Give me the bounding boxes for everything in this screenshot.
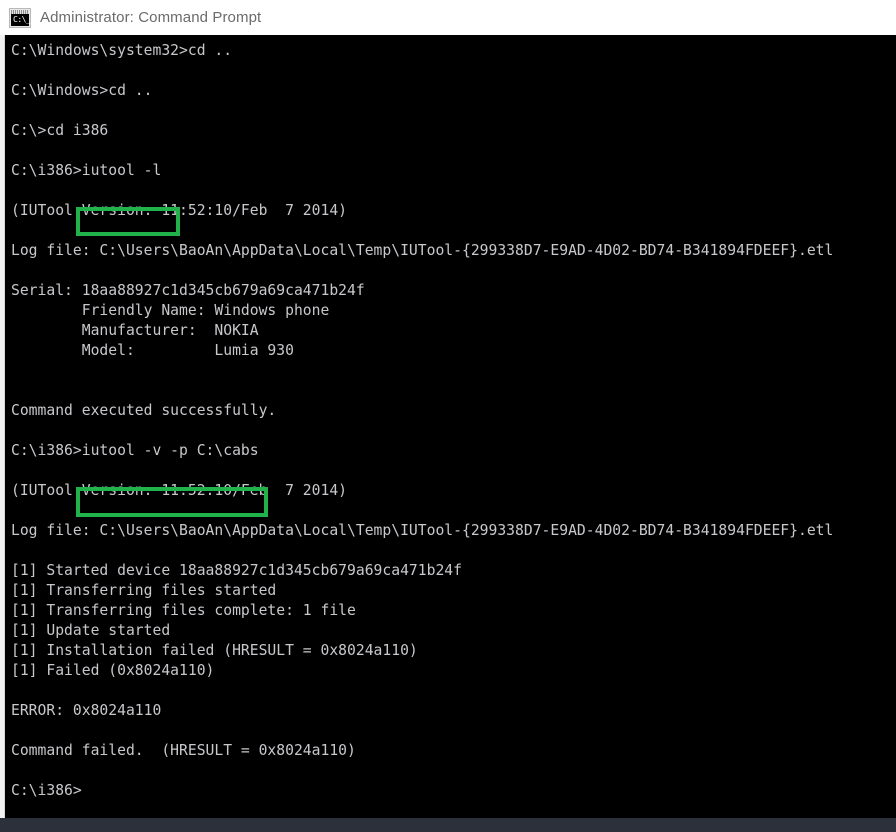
console-line: C:\i386>iutool -v -p C:\cabs bbox=[11, 442, 259, 459]
console-line: Command executed successfully. bbox=[11, 402, 277, 419]
window-bottom-bar bbox=[0, 818, 896, 832]
console-line: (IUTool Version: 11:52:10/Feb 7 2014) bbox=[11, 202, 348, 219]
console-area: C:\Windows\system32>cd .. C:\Windows>cd … bbox=[0, 35, 896, 818]
console-line: Log file: C:\Users\BaoAn\AppData\Local\T… bbox=[11, 242, 834, 259]
console-line: Friendly Name: Windows phone bbox=[11, 302, 330, 319]
command-prompt-icon-glyph: C:\_ bbox=[13, 14, 31, 24]
console-line: C:\Windows\system32>cd .. bbox=[11, 42, 233, 59]
console-line: [1] Failed (0x8024a110) bbox=[11, 662, 215, 679]
console-line: [1] Update started bbox=[11, 622, 171, 639]
console-line: Model: Lumia 930 bbox=[11, 342, 294, 359]
console-line: Log file: C:\Users\BaoAn\AppData\Local\T… bbox=[11, 522, 834, 539]
console-line: Manufacturer: NOKIA bbox=[11, 322, 259, 339]
console-line: (IUTool Version: 11:52:10/Feb 7 2014) bbox=[11, 482, 348, 499]
console-line: [1] Transferring files started bbox=[11, 582, 277, 599]
console-line: C:\>cd i386 bbox=[11, 122, 109, 139]
command-prompt-window: C:\_ Administrator: Command Prompt C:\Wi… bbox=[0, 0, 896, 832]
console-output[interactable]: C:\Windows\system32>cd .. C:\Windows>cd … bbox=[5, 35, 896, 818]
console-line: C:\Windows>cd .. bbox=[11, 82, 153, 99]
window-title: Administrator: Command Prompt bbox=[40, 9, 262, 26]
console-line: [1] Transferring files complete: 1 file bbox=[11, 602, 356, 619]
command-prompt-icon: C:\_ bbox=[9, 7, 31, 28]
console-line: ERROR: 0x8024a110 bbox=[11, 702, 162, 719]
console-line: Command failed. (HRESULT = 0x8024a110) bbox=[11, 742, 356, 759]
console-line: [1] Installation failed (HRESULT = 0x802… bbox=[11, 642, 418, 659]
console-line: Serial: 18aa88927c1d345cb679a69ca471b24f bbox=[11, 282, 365, 299]
title-bar[interactable]: C:\_ Administrator: Command Prompt bbox=[0, 0, 896, 35]
console-line: C:\i386>iutool -l bbox=[11, 162, 162, 179]
console-line: C:\i386> bbox=[11, 782, 82, 799]
console-line: [1] Started device 18aa88927c1d345cb679a… bbox=[11, 562, 462, 579]
console-line-list: C:\Windows\system32>cd .. C:\Windows>cd … bbox=[6, 41, 896, 801]
